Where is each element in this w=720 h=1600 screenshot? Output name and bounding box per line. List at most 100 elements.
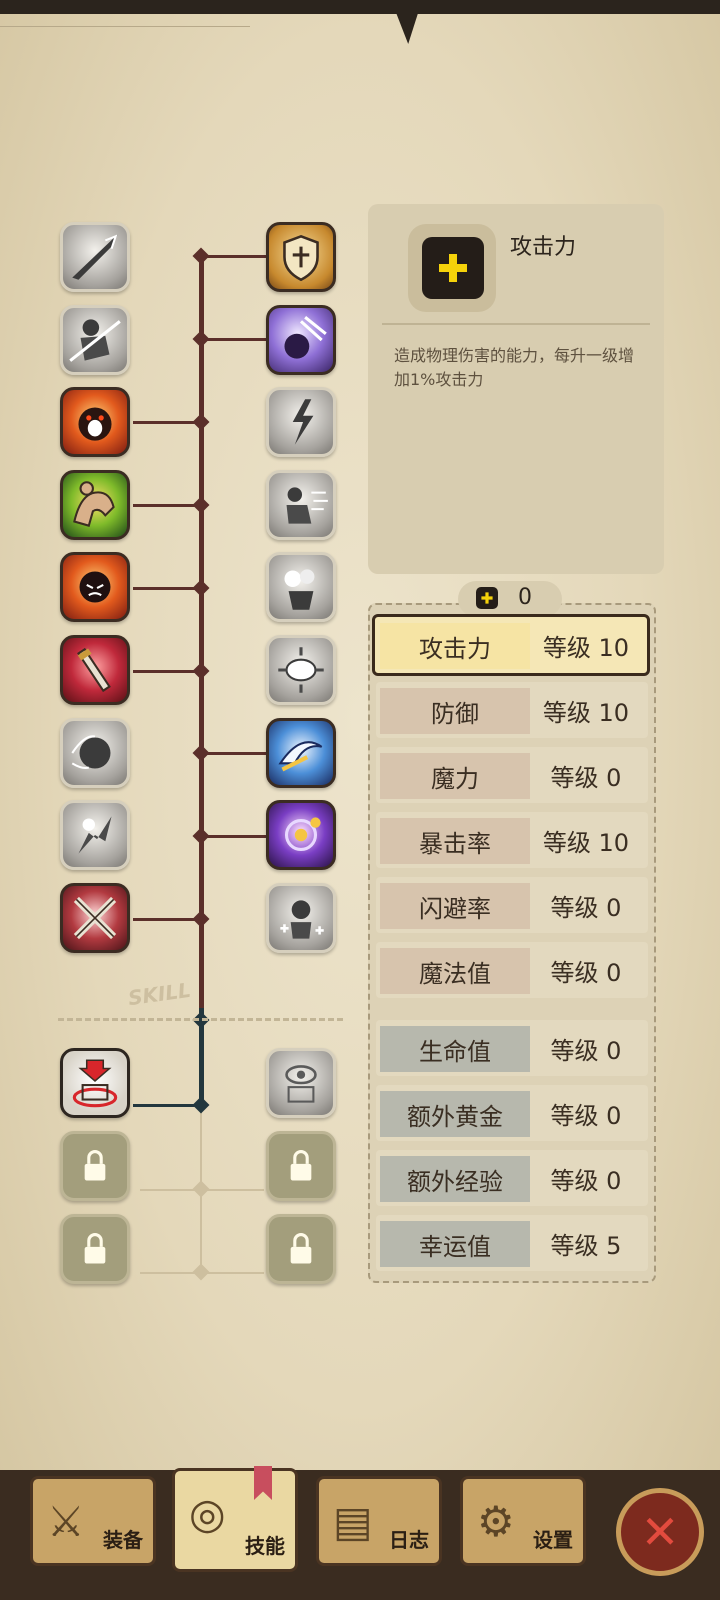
branch xyxy=(201,835,267,838)
skill-cage-icon[interactable] xyxy=(60,1048,130,1118)
skill-points-tab: 0 xyxy=(458,581,562,617)
skill-eye-icon[interactable] xyxy=(266,1048,336,1118)
locked-skill-icon[interactable] xyxy=(60,1214,130,1284)
skill-strength-icon[interactable] xyxy=(60,470,130,540)
nav-settings-button[interactable]: ⚙ 设置 xyxy=(460,1476,586,1566)
skill-charge-icon[interactable] xyxy=(266,470,336,540)
stat-level: 等级 0 xyxy=(550,1166,622,1195)
detail-divider xyxy=(382,323,650,325)
tree-node xyxy=(192,579,210,597)
skill-slash-icon[interactable] xyxy=(60,222,130,292)
skill-smoke-icon[interactable] xyxy=(266,552,336,622)
skill-dodge-icon[interactable] xyxy=(60,305,130,375)
stat-level: 等级 0 xyxy=(550,893,622,922)
stat-label: 魔力 xyxy=(380,753,530,799)
stat-level: 等级 5 xyxy=(550,1231,622,1260)
stat-level: 等级 0 xyxy=(550,1101,622,1130)
skill-shadow-icon[interactable] xyxy=(60,718,130,788)
top-frame xyxy=(0,0,720,14)
skill-detail-panel: 攻击力 造成物理伤害的能力，每升一级增加1%攻击力 xyxy=(368,204,664,574)
stat-row-gold[interactable]: 额外黄金 等级 0 xyxy=(376,1085,648,1141)
log-icon: ▤ xyxy=(333,1497,373,1546)
nav-label: 日志 xyxy=(389,1528,429,1552)
branch xyxy=(201,255,267,258)
stat-label: 防御 xyxy=(380,688,530,734)
tree-node xyxy=(192,413,210,431)
close-button[interactable]: ✕ xyxy=(616,1488,704,1576)
stat-row-hp[interactable]: 生命值 等级 0 xyxy=(376,1020,648,1076)
stat-row-exp[interactable]: 额外经验 等级 0 xyxy=(376,1150,648,1206)
stat-row-defense[interactable]: 防御 等级 10 xyxy=(376,682,648,738)
stat-label: 暴击率 xyxy=(380,818,530,864)
branch xyxy=(133,587,201,590)
stat-level: 等级 0 xyxy=(550,763,622,792)
branch xyxy=(133,918,201,921)
stat-label: 魔法值 xyxy=(380,948,530,994)
detail-icon-frame xyxy=(408,224,496,312)
plus-icon xyxy=(476,587,498,609)
corner-decoration xyxy=(0,14,250,27)
skill-vortex-icon[interactable] xyxy=(266,800,336,870)
tree-node xyxy=(192,247,210,265)
nav-skill-button[interactable]: ◎ 技能 xyxy=(172,1468,298,1572)
stat-row-luck[interactable]: 幸运值 等级 5 xyxy=(376,1215,648,1271)
nav-equipment-button[interactable]: ⚔ 装备 xyxy=(30,1476,156,1566)
plus-icon xyxy=(422,237,484,299)
branch xyxy=(201,338,267,341)
skill-holy-shield-icon[interactable] xyxy=(266,222,336,292)
branch xyxy=(133,421,201,424)
skill-cross-blade-icon[interactable] xyxy=(60,883,130,953)
branch xyxy=(133,504,201,507)
skill-lightning-icon[interactable] xyxy=(266,387,336,457)
nav-label: 技能 xyxy=(245,1534,285,1558)
locked-skill-icon[interactable] xyxy=(60,1131,130,1201)
stat-level: 等级 10 xyxy=(542,698,630,727)
locked-skill-icon[interactable] xyxy=(266,1214,336,1284)
detail-title: 攻击力 xyxy=(510,235,577,260)
nav-label: 设置 xyxy=(533,1528,573,1552)
stat-row-crit[interactable]: 暴击率 等级 10 xyxy=(376,812,648,868)
stat-level: 等级 0 xyxy=(550,1036,622,1065)
stat-row-dodge[interactable]: 闪避率 等级 0 xyxy=(376,877,648,933)
skill-berserk-icon[interactable] xyxy=(60,552,130,622)
stat-level: 等级 0 xyxy=(550,958,622,987)
tree-node-locked xyxy=(192,1180,210,1198)
skill-dark-strike-icon[interactable] xyxy=(266,305,336,375)
skill-tree-trunk xyxy=(199,258,204,1008)
tree-node xyxy=(192,1096,210,1114)
stat-label: 攻击力 xyxy=(380,623,530,669)
tree-node xyxy=(192,496,210,514)
skill-icon: ◎ xyxy=(189,1489,226,1538)
skill-heal-icon[interactable] xyxy=(266,883,336,953)
stat-row-attack[interactable]: 攻击力 等级 10 xyxy=(372,614,650,676)
skill-rage-icon[interactable] xyxy=(60,387,130,457)
tree-node-locked xyxy=(192,1263,210,1281)
stat-label: 额外黄金 xyxy=(380,1091,530,1137)
stat-level: 等级 10 xyxy=(542,828,630,857)
close-icon: ✕ xyxy=(640,1505,680,1559)
stat-row-mana[interactable]: 魔法值 等级 0 xyxy=(376,942,648,998)
locked-skill-icon[interactable] xyxy=(266,1131,336,1201)
stat-label: 额外经验 xyxy=(380,1156,530,1202)
tree-node xyxy=(192,744,210,762)
skill-sword-icon[interactable] xyxy=(60,635,130,705)
skill-points-value: 0 xyxy=(518,585,532,610)
nav-log-button[interactable]: ▤ 日志 xyxy=(316,1476,442,1566)
stat-label: 生命值 xyxy=(380,1026,530,1072)
settings-gear-icon: ⚙ xyxy=(477,1497,515,1546)
equipment-icon: ⚔ xyxy=(47,1497,85,1546)
stat-row-magic[interactable]: 魔力 等级 0 xyxy=(376,747,648,803)
detail-description: 造成物理伤害的能力，每升一级增加1%攻击力 xyxy=(394,346,635,389)
skill-section-label: SKILL xyxy=(126,977,193,1011)
tree-node xyxy=(192,827,210,845)
branch xyxy=(133,1104,201,1107)
skill-thunder-icon[interactable] xyxy=(60,800,130,870)
nav-label: 装备 xyxy=(103,1528,143,1552)
skill-burst-icon[interactable] xyxy=(266,635,336,705)
skill-whirlwind-icon[interactable] xyxy=(266,718,336,788)
tree-node xyxy=(192,910,210,928)
branch xyxy=(133,670,201,673)
branch xyxy=(201,752,267,755)
tree-node xyxy=(192,330,210,348)
section-divider xyxy=(58,1018,343,1021)
